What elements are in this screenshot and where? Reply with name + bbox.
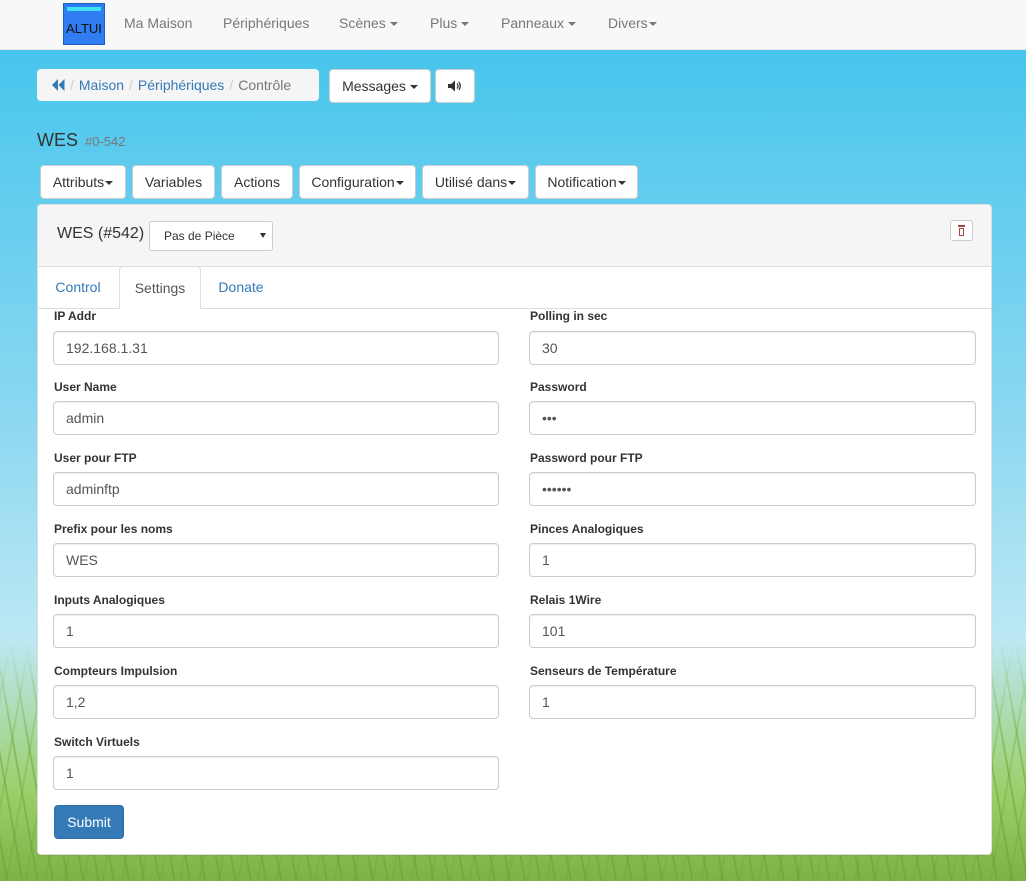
tab-control[interactable]: Control xyxy=(41,266,115,308)
caret-down-icon xyxy=(389,22,398,27)
sound-toggle-button[interactable] xyxy=(435,69,475,103)
room-select-value: Pas de Pièce xyxy=(164,229,235,243)
prefix-input[interactable]: WES xyxy=(53,543,499,577)
relais-1wire-label: Relais 1Wire xyxy=(530,593,602,607)
button-label: Utilisé dans xyxy=(434,174,508,190)
switch-virtuels-label: Switch Virtuels xyxy=(54,735,140,749)
password-ftp-input[interactable]: •••••• xyxy=(529,472,976,506)
tab-label: Control xyxy=(55,279,101,295)
room-select[interactable]: Pas de Pièce xyxy=(149,221,273,251)
password-input[interactable]: ••• xyxy=(529,401,976,435)
compteurs-impulsion-input[interactable]: 1,2 xyxy=(53,685,499,719)
compteurs-impulsion-label: Compteurs Impulsion xyxy=(54,664,178,678)
user-name-label: User Name xyxy=(54,380,117,394)
polling-label: Polling in sec xyxy=(530,309,608,323)
breadcrumb-separator: / xyxy=(129,77,133,93)
nav-peripheriques[interactable]: Périphériques xyxy=(223,15,309,31)
speaker-icon xyxy=(448,79,462,95)
pinces-analogiques-input[interactable]: 1 xyxy=(529,543,976,577)
device-name: WES (#542) xyxy=(57,225,145,242)
relais-1wire-input[interactable]: 101 xyxy=(529,614,976,648)
nav-divers-dropdown[interactable]: Divers xyxy=(608,15,657,31)
nav-plus-dropdown[interactable]: Plus xyxy=(430,15,470,31)
submit-button[interactable]: Submit xyxy=(54,805,124,839)
prefix-label: Prefix pour les noms xyxy=(54,522,173,536)
delete-device-button[interactable] xyxy=(950,220,973,241)
page-title: WES #0-542 xyxy=(37,130,126,151)
button-label: Notification xyxy=(547,174,617,190)
ip-addr-input[interactable]: 192.168.1.31 xyxy=(53,331,499,365)
logo-accent-bar xyxy=(67,7,101,11)
altui-logo[interactable]: ALTUI xyxy=(63,3,105,45)
nav-label: Plus xyxy=(430,15,458,31)
password-ftp-label: Password pour FTP xyxy=(530,451,643,465)
nav-label: Scènes xyxy=(339,15,386,31)
caret-down-icon xyxy=(648,22,657,27)
utilise-dans-dropdown-button[interactable]: Utilisé dans xyxy=(422,165,529,199)
tab-settings[interactable]: Settings xyxy=(119,266,201,309)
brand-label: ALTUI xyxy=(66,21,102,36)
messages-label: Messages xyxy=(342,78,406,94)
configuration-dropdown-button[interactable]: Configuration xyxy=(299,165,416,199)
attributs-dropdown-button[interactable]: Attributs xyxy=(40,165,126,199)
tab-label: Donate xyxy=(218,279,264,295)
caret-down-icon xyxy=(395,181,404,186)
nav-label: Ma Maison xyxy=(124,15,193,31)
caret-down-icon xyxy=(409,85,418,90)
caret-down-icon xyxy=(568,22,577,27)
breadcrumb-maison[interactable]: Maison xyxy=(79,77,124,93)
button-label: Actions xyxy=(234,174,280,190)
device-panel: WES (#542) Pas de Pièce Control Settings… xyxy=(37,204,992,855)
nav-label: Panneaux xyxy=(501,15,565,31)
caret-down-icon xyxy=(617,181,626,186)
caret-down-icon xyxy=(461,22,470,27)
actions-button[interactable]: Actions xyxy=(221,165,293,199)
nav-scenes-dropdown[interactable]: Scènes xyxy=(339,15,398,31)
user-name-input[interactable]: admin xyxy=(53,401,499,435)
device-title: WES xyxy=(37,130,79,150)
ip-addr-label: IP Addr xyxy=(54,309,97,323)
double-chevron-left-icon[interactable] xyxy=(52,78,65,94)
nav-label: Périphériques xyxy=(223,15,310,31)
nav-panneaux-dropdown[interactable]: Panneaux xyxy=(501,15,577,31)
user-ftp-label: User pour FTP xyxy=(54,451,137,465)
switch-virtuels-input[interactable]: 1 xyxy=(53,756,499,790)
senseurs-temperature-label: Senseurs de Température xyxy=(530,664,677,678)
breadcrumb: / Maison / Périphériques / Contrôle xyxy=(37,69,319,101)
breadcrumb-peripheriques[interactable]: Périphériques xyxy=(138,77,224,93)
button-label: Variables xyxy=(144,174,203,190)
device-id: #0-542 xyxy=(85,134,126,149)
breadcrumb-separator: / xyxy=(229,77,234,93)
breadcrumb-controle: Contrôle xyxy=(238,77,292,93)
variables-button[interactable]: Variables xyxy=(132,165,215,199)
polling-input[interactable]: 30 xyxy=(529,331,976,365)
top-navbar: ALTUI Ma Maison Périphériques Scènes Plu… xyxy=(0,0,1026,50)
nav-label: Divers xyxy=(608,15,648,31)
password-label: Password xyxy=(530,380,587,394)
caret-down-icon xyxy=(508,181,517,186)
device-tabs: Control Settings Donate xyxy=(38,266,991,309)
tab-label: Settings xyxy=(134,280,186,296)
select-arrow-icon xyxy=(260,233,266,238)
inputs-analogiques-input[interactable]: 1 xyxy=(53,614,499,648)
breadcrumb-separator: / xyxy=(70,77,74,93)
inputs-analogiques-label: Inputs Analogiques xyxy=(54,593,165,607)
button-label: Attributs xyxy=(52,174,105,190)
messages-dropdown-button[interactable]: Messages xyxy=(329,69,431,103)
pinces-analogiques-label: Pinces Analogiques xyxy=(530,522,644,536)
panel-header: WES (#542) Pas de Pièce xyxy=(38,205,991,267)
button-label: Configuration xyxy=(311,174,395,190)
senseurs-temperature-input[interactable]: 1 xyxy=(529,685,976,719)
nav-ma-maison[interactable]: Ma Maison xyxy=(124,15,192,31)
tab-donate[interactable]: Donate xyxy=(206,266,276,308)
notification-dropdown-button[interactable]: Notification xyxy=(535,165,638,199)
user-ftp-input[interactable]: adminftp xyxy=(53,472,499,506)
caret-down-icon xyxy=(105,181,114,186)
